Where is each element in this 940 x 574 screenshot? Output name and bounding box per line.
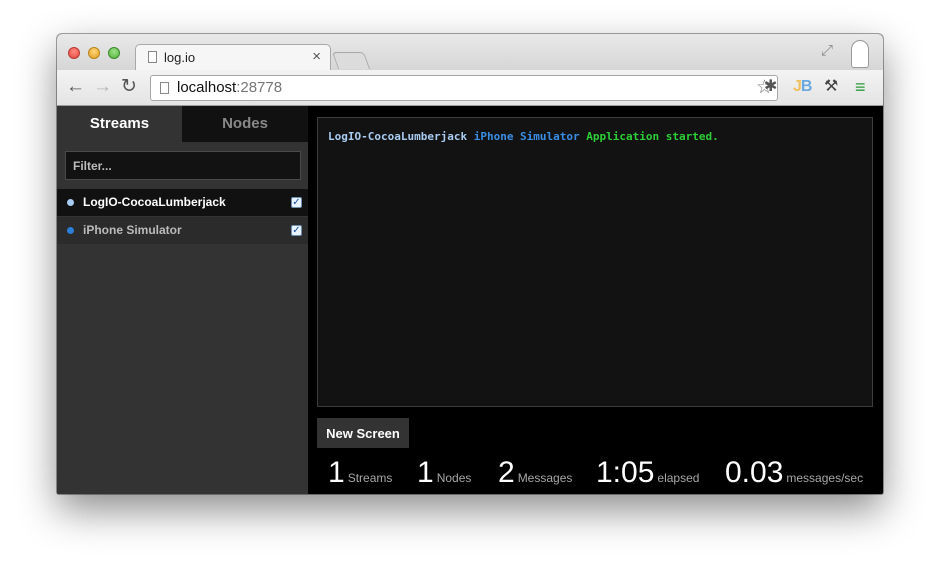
sidebar-tabs: Streams Nodes [57, 106, 308, 142]
url-text[interactable]: localhost:28778 [177, 79, 282, 96]
stream-checkbox[interactable]: ✓ [291, 197, 302, 208]
log-stream-name: LogIO-CocoaLumberjack [328, 130, 468, 143]
log-message-line: LogIO-CocoaLumberjack iPhone Simulator A… [328, 130, 719, 143]
filter-input[interactable] [65, 151, 301, 180]
stat-messages: 2 Messages [498, 456, 572, 490]
url-port: :28778 [236, 79, 283, 96]
forward-button[interactable]: → [93, 76, 112, 98]
stream-color-dot [67, 227, 74, 234]
stream-label: iPhone Simulator [83, 223, 182, 237]
title-bar: log.io × ⤢ [57, 34, 883, 71]
main-panel: LogIO-CocoaLumberjack iPhone Simulator A… [308, 106, 883, 494]
browser-window: log.io × ⤢ ← → ↻ localhost:28778 ☆ ✱ JB … [57, 34, 883, 494]
tab-streams[interactable]: Streams [57, 106, 182, 142]
stat-streams: 1 Streams [328, 456, 392, 490]
new-screen-button[interactable]: New Screen [317, 418, 409, 448]
stat-value: 0.03 [725, 456, 784, 489]
stat-value: 1 [328, 456, 345, 489]
stat-label: Nodes [436, 471, 472, 485]
stream-item-iphone-simulator[interactable]: iPhone Simulator ✓ [57, 217, 308, 244]
log-message-text: Application started. [586, 130, 719, 143]
back-button[interactable]: ← [66, 76, 85, 98]
stat-label: messages/sec [786, 471, 864, 485]
stream-item-logio-cocoalumberjack[interactable]: LogIO-CocoaLumberjack ✓ [57, 189, 308, 216]
profile-icon[interactable] [851, 40, 869, 68]
stat-label: elapsed [657, 471, 700, 485]
reload-button[interactable]: ↻ [121, 76, 137, 98]
stat-value: 1:05 [596, 456, 655, 489]
page-icon [148, 51, 157, 63]
sidebar: Streams Nodes LogIO-CocoaLumberjack ✓ iP… [57, 106, 308, 494]
tab-title: log.io [164, 50, 196, 65]
page-icon [160, 82, 169, 94]
stream-color-dot [67, 199, 74, 206]
menu-icon[interactable]: ≡ [855, 78, 866, 96]
minimize-window-button[interactable] [88, 47, 100, 59]
new-tab-button[interactable] [331, 52, 371, 69]
fullscreen-icon[interactable]: ⤢ [821, 42, 833, 59]
close-window-button[interactable] [68, 47, 80, 59]
url-host: localhost [177, 79, 237, 96]
address-bar[interactable]: localhost:28778 ☆ [150, 75, 778, 101]
wrench-icon[interactable]: ⚒ [824, 78, 838, 96]
tab-nodes[interactable]: Nodes [182, 106, 308, 142]
bug-extension-icon[interactable]: ✱ [764, 78, 777, 96]
stat-label: Streams [347, 471, 393, 485]
stat-value: 2 [498, 456, 515, 489]
browser-tab[interactable]: log.io × [135, 44, 331, 71]
zoom-window-button[interactable] [108, 47, 120, 59]
stat-label: Messages [517, 471, 573, 485]
jb-extension-icon[interactable]: JB [793, 78, 812, 96]
stream-label: LogIO-CocoaLumberjack [83, 195, 226, 209]
log-screen[interactable]: LogIO-CocoaLumberjack iPhone Simulator A… [317, 117, 873, 407]
stat-elapsed: 1:05 elapsed [596, 456, 699, 490]
stat-nodes: 1 Nodes [417, 456, 471, 490]
browser-toolbar: ← → ↻ localhost:28778 ☆ ✱ JB ⚒ ≡ [57, 70, 883, 106]
log-node-name: iPhone Simulator [473, 130, 580, 143]
close-tab-icon[interactable]: × [312, 48, 321, 65]
stat-value: 1 [417, 456, 434, 489]
stat-rate: 0.03 messages/sec [725, 456, 863, 490]
stream-checkbox[interactable]: ✓ [291, 225, 302, 236]
